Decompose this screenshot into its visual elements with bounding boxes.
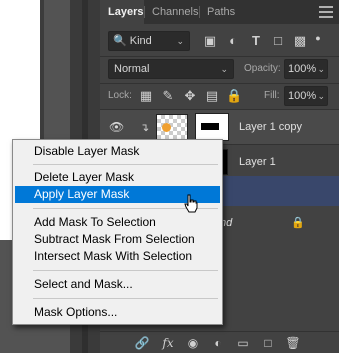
delete-layer-icon[interactable]: 🗑 [285, 335, 301, 351]
link-layers-icon[interactable]: 🔗 [134, 335, 150, 351]
type-filter-icon[interactable]: T [248, 33, 264, 49]
layer-mask-context-menu: Disable Layer Mask Delete Layer Mask App… [12, 139, 223, 325]
new-layer-icon[interactable]: □ [260, 335, 276, 351]
chevron-down-icon: ⌄ [317, 64, 325, 74]
menu-item-mask-options[interactable]: Mask Options... [15, 304, 220, 321]
blend-mode-value: Normal [114, 63, 150, 75]
lock-all-icon[interactable]: 🔒 [226, 88, 242, 104]
menu-item-intersect-mask-with-selection[interactable]: Intersect Mask With Selection [15, 248, 220, 265]
fill-label: Fill: [264, 90, 280, 101]
layer-mask-thumbnail[interactable] [195, 113, 229, 141]
lock-transparent-pixels-icon[interactable]: ▦ [138, 88, 154, 104]
layer-name[interactable]: Layer 1 copy [239, 110, 302, 144]
search-icon: 🔍 [113, 35, 127, 47]
filter-kind-select[interactable]: 🔍 Kind ⌄ [108, 31, 190, 51]
lock-image-pixels-icon[interactable]: ✎ [160, 88, 176, 104]
panel-divider [100, 83, 339, 84]
layer-name[interactable]: Layer 1 [239, 145, 276, 179]
tab-channels[interactable]: Channels [144, 0, 206, 24]
menu-separator [33, 270, 218, 271]
menu-item-add-mask-to-selection[interactable]: Add Mask To Selection [15, 214, 220, 231]
fill-input[interactable]: 100% ⌄ [284, 86, 328, 106]
menu-item-disable-layer-mask[interactable]: Disable Layer Mask [15, 143, 220, 160]
pixel-filter-icon[interactable]: ▣ [202, 33, 218, 49]
hand-cursor-icon [184, 194, 198, 213]
menu-item-delete-layer-mask[interactable]: Delete Layer Mask [15, 169, 220, 186]
lock-label: Lock: [108, 90, 132, 101]
opacity-input[interactable]: 100% ⌄ [284, 59, 328, 79]
new-group-icon[interactable]: ▭ [235, 335, 251, 351]
panel-menu-icon[interactable] [319, 6, 333, 18]
lock-icon: 🔒 [291, 217, 305, 229]
menu-separator [33, 164, 218, 165]
add-mask-icon[interactable]: ◉ [185, 335, 201, 351]
layer-thumbnail[interactable] [156, 114, 188, 140]
filter-kind-value: Kind [129, 35, 152, 47]
clipping-arrow-icon: ↴ [140, 122, 150, 134]
filter-toggle-icon[interactable]: ● [314, 30, 322, 46]
mask-content [201, 123, 219, 130]
opacity-value: 100% [288, 63, 317, 75]
chevron-down-icon: ⌄ [220, 64, 228, 74]
panel-divider [100, 56, 339, 57]
shape-filter-icon[interactable]: □ [270, 33, 286, 49]
adjustment-filter-icon[interactable]: ◐ [225, 33, 241, 49]
menu-separator [33, 298, 218, 299]
smart-object-filter-icon[interactable]: ▩ [292, 33, 308, 49]
layer-style-fx-icon[interactable]: fx [160, 335, 176, 351]
chevron-down-icon: ⌄ [317, 91, 325, 101]
new-adjustment-layer-icon[interactable]: ◐ [210, 335, 226, 351]
menu-item-subtract-mask-from-selection[interactable]: Subtract Mask From Selection [15, 231, 220, 248]
layers-bottom-toolbar: 🔗 fx ◉ ◐ ▭ □ 🗑 [100, 331, 339, 353]
menu-item-select-and-mask[interactable]: Select and Mask... [15, 276, 220, 293]
visibility-eye-icon[interactable]: 👁 [109, 121, 124, 133]
chevron-down-icon: ⌄ [176, 36, 184, 46]
panel-tab-bar: Layers Channels Paths [100, 0, 339, 24]
lock-position-icon[interactable]: ✥ [182, 88, 198, 104]
thumbnail-content [162, 123, 171, 132]
blend-mode-select[interactable]: Normal ⌄ [108, 59, 234, 79]
prevent-autonest-icon[interactable]: ▤ [204, 88, 220, 104]
tab-layers[interactable]: Layers [100, 0, 144, 24]
tab-paths[interactable]: Paths [199, 0, 243, 24]
fill-value: 100% [288, 90, 317, 102]
opacity-label: Opacity: [244, 63, 281, 74]
